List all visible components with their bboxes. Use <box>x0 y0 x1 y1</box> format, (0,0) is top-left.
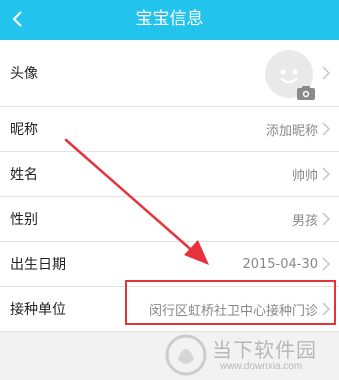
page-title: 宝宝信息 <box>135 9 204 29</box>
avatar[interactable] <box>265 50 315 100</box>
row-label: 出生日期 <box>10 257 66 273</box>
chevron-right-icon <box>322 212 330 226</box>
vaccination-unit-row[interactable]: 接种单位 闵行区虹桥社卫中心接种门诊 <box>0 287 339 332</box>
gender-row[interactable]: 性别 男孩 <box>0 197 339 242</box>
row-label: 接种单位 <box>10 302 66 318</box>
watermark-url: www.downxia.com <box>220 361 303 372</box>
title-bar: 宝宝信息 <box>0 0 339 40</box>
chevron-right-icon <box>322 66 330 80</box>
name-row[interactable]: 姓名 帅帅 <box>0 152 339 197</box>
watermark-logo-icon <box>165 334 207 376</box>
nickname-row[interactable]: 昵称 添加昵称 <box>0 107 339 152</box>
row-value: 2015-04-30 <box>242 256 318 272</box>
row-value: 添加昵称 <box>265 123 318 139</box>
row-value: 帅帅 <box>291 168 318 184</box>
baby-info-list: 头像 昵称 添加昵称 姓名 帅帅 性别 男孩 出生日期 2015-04-30 接… <box>0 40 339 332</box>
avatar-row[interactable]: 头像 <box>0 40 339 107</box>
camera-icon <box>297 86 315 100</box>
row-value: 闵行区虹桥社卫中心接种门诊 <box>148 303 318 319</box>
row-label: 头像 <box>10 66 38 82</box>
row-label: 昵称 <box>10 122 38 138</box>
row-value: 男孩 <box>291 213 318 229</box>
watermark: 当下软件园 www.downxia.com <box>162 330 338 380</box>
chevron-right-icon <box>322 257 330 271</box>
watermark-text: 当下软件园 <box>212 338 317 362</box>
chevron-right-icon <box>322 302 330 316</box>
chevron-right-icon <box>322 122 330 136</box>
row-label: 性别 <box>10 212 38 228</box>
birth-date-row[interactable]: 出生日期 2015-04-30 <box>0 242 339 287</box>
row-label: 姓名 <box>10 167 38 183</box>
back-button[interactable] <box>4 4 30 34</box>
chevron-right-icon <box>322 167 330 181</box>
chevron-left-icon <box>12 11 22 27</box>
